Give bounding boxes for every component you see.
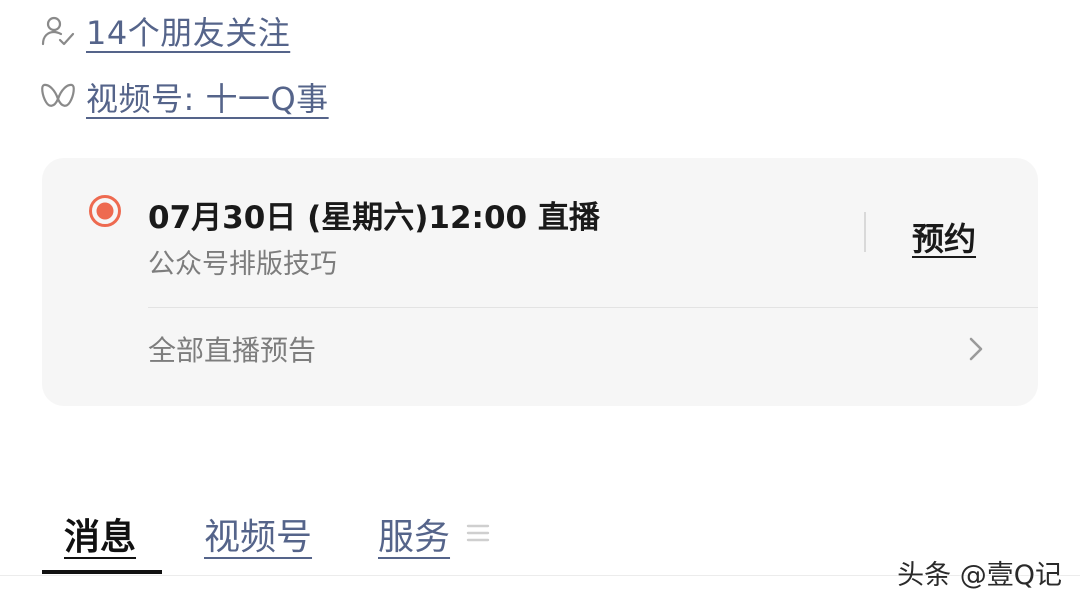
channels-butterfly-icon [40,79,76,115]
active-tab-indicator [42,570,162,574]
friends-follow-row[interactable]: 14个朋友关注 [40,8,290,54]
live-subtitle: 公众号排版技巧 [148,249,337,280]
card-divider [148,307,1038,308]
person-check-icon [40,13,76,49]
all-live-previews-row[interactable]: 全部直播预告 [148,324,998,374]
channels-row[interactable]: 视频号: 十一Q事 [40,74,329,120]
channels-link[interactable]: 视频号: 十一Q事 [86,74,329,120]
live-title: 07月30日 (星期六)12:00 直播 [148,200,600,236]
tab-channels[interactable]: 视频号 [204,508,312,560]
live-preview-card: 07月30日 (星期六)12:00 直播 公众号排版技巧 预约 全部直播预告 [42,158,1038,406]
live-record-icon [88,194,122,228]
reserve-button[interactable]: 预约 [912,214,976,260]
menu-lines-icon[interactable] [466,522,490,544]
friends-follow-link[interactable]: 14个朋友关注 [86,8,290,54]
tab-messages[interactable]: 消息 [64,508,136,560]
watermark: 头条 @壹Q记 [897,560,1062,591]
all-live-previews-label: 全部直播预告 [148,334,317,367]
chevron-right-icon [964,334,988,364]
vertical-divider [864,212,866,252]
tab-services[interactable]: 服务 [378,508,450,560]
